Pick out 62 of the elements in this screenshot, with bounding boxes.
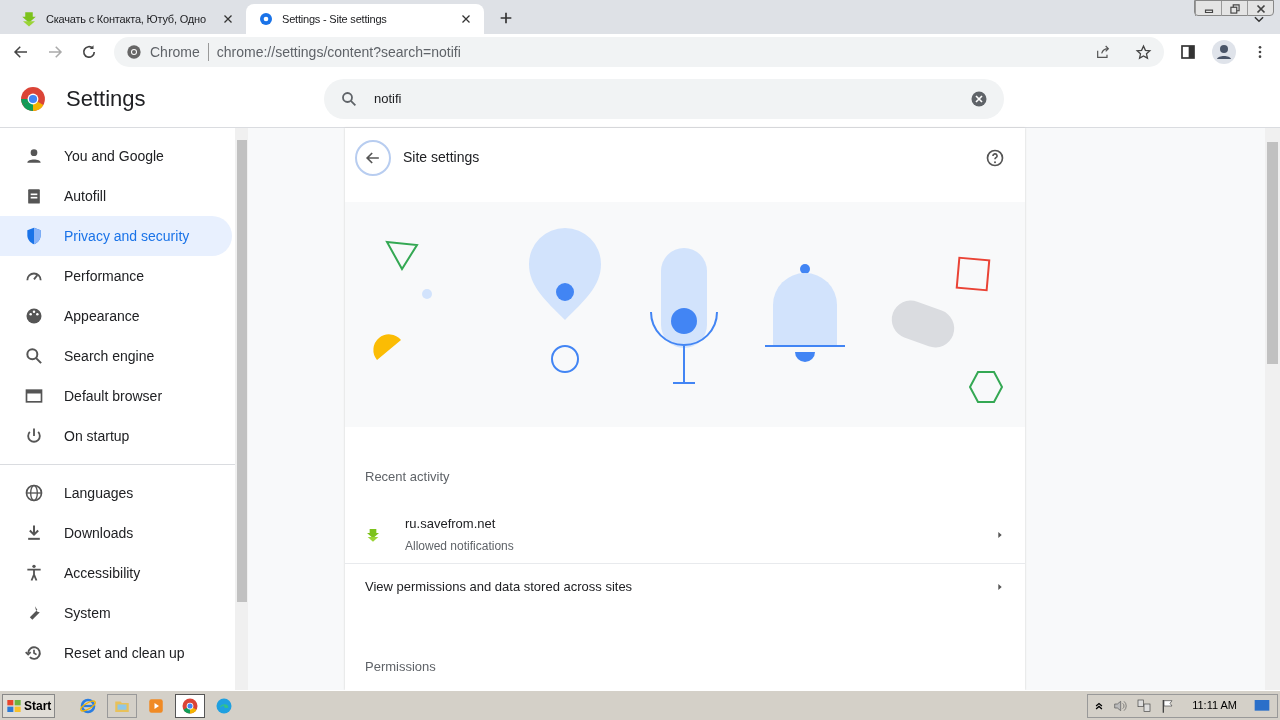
tab-title: Settings - Site settings [282,11,388,27]
tab-title: Скачать с Контакта, Ютуб, Одно [46,11,207,27]
back-arrow-icon[interactable] [12,43,30,61]
sidebar-item[interactable]: System [0,593,232,633]
chrome-logo-icon [126,44,142,60]
sidebar-item[interactable]: Search engine [0,336,232,376]
sidebar-item[interactable]: Appearance [0,296,232,336]
show-desktop-icon[interactable] [1253,697,1271,714]
close-icon[interactable] [460,13,472,25]
windows-logo-icon [6,697,22,714]
accessibility-icon [24,563,44,583]
profile-icon[interactable] [1212,40,1236,64]
sidebar-item[interactable]: On startup [0,416,232,456]
activity-item[interactable]: ru.savefrom.net Allowed notifications [345,506,1025,564]
share-icon[interactable] [1095,44,1111,60]
site-name: ru.savefrom.net [405,514,497,533]
clear-icon[interactable] [970,89,988,108]
sidebar-item[interactable]: Downloads [0,513,232,553]
activity-detail: Allowed notifications [405,538,515,556]
site-label: Chrome [150,42,200,62]
settings-title: Settings [66,85,147,113]
power-icon [24,426,44,446]
download-arrow-icon [365,526,381,543]
scrollbar[interactable] [1265,128,1280,690]
start-button[interactable]: Start [2,693,56,718]
chevron-up-icon[interactable] [1094,700,1105,711]
page-title: Site settings [403,148,481,167]
link-row[interactable]: View permissions and data stored across sites [345,563,1025,611]
sidebar-item[interactable]: Default browser [0,376,232,416]
sidebar-item[interactable]: You and Google [0,136,232,176]
section-heading: Recent activity [364,468,451,486]
sidebar-item[interactable]: Autofill [0,176,232,216]
sidebar-item[interactable]: Reset and clean up [0,633,232,673]
search-icon [24,346,44,366]
search-input[interactable]: notifi [374,88,954,109]
chrome-logo-icon [20,85,46,112]
reload-icon[interactable] [80,43,98,61]
person-icon [24,146,44,166]
network-icon[interactable] [1136,697,1153,714]
star-icon[interactable] [1135,43,1152,61]
url-text: chrome://settings/content?search=notifi [216,42,462,62]
sidebar-item[interactable]: Languages [0,473,232,513]
section-heading: Permissions [364,657,437,676]
sidebar-item[interactable]: Accessibility [0,553,232,593]
browser-window-icon [24,386,44,406]
clock: 11:11 AM [1192,698,1237,714]
palette-icon [24,306,44,326]
globe-icon [24,483,44,503]
search-field[interactable]: notifi [324,78,1004,119]
close-icon[interactable] [222,13,234,25]
scrollbar[interactable] [235,128,248,690]
shield-icon [24,226,44,246]
sidebar-item[interactable]: Privacy and security [0,216,232,256]
sidebar-item[interactable]: Performance [0,256,232,296]
download-arrow-icon [20,10,38,28]
browser-tab[interactable]: Settings - Site settings [246,4,484,34]
help-icon[interactable] [985,147,1005,168]
address-bar[interactable]: Chrome chrome://settings/content?search=notifi [114,37,1164,67]
search-icon [340,89,358,108]
chrome-logo-icon[interactable] [175,693,206,718]
history-icon [24,643,44,663]
side-panel-icon[interactable] [1180,44,1196,60]
